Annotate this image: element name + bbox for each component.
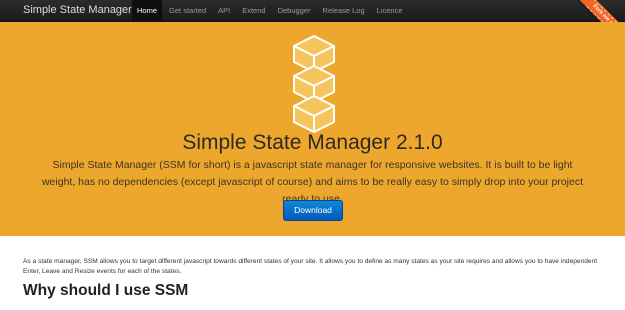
download-button[interactable]: Download [283, 200, 343, 221]
stacked-cubes-logo-icon [293, 35, 335, 133]
nav-item-licence[interactable]: Licence [372, 0, 408, 22]
nav-item-api[interactable]: API [213, 0, 235, 22]
brand-link[interactable]: Simple State Manager [23, 4, 132, 17]
page-title: Simple State Manager 2.1.0 [182, 131, 443, 154]
hero-section: Simple State Manager 2.1.0 Simple State … [0, 22, 625, 236]
section-heading: Why should I use SSM [23, 282, 189, 299]
nav-item-extend[interactable]: Extend [237, 0, 270, 22]
intro-paragraph: As a state manager, SSM allows you to ta… [23, 258, 598, 275]
nav-item-home[interactable]: Home [132, 0, 163, 22]
nav-item-release-log[interactable]: Release Log [318, 0, 370, 22]
nav-menu: Home Get started API Extend Debugger Rel… [132, 0, 410, 22]
nav-item-get-started[interactable]: Get started [164, 0, 211, 22]
nav-item-debugger[interactable]: Debugger [273, 0, 316, 22]
navbar: Simple State Manager Home Get started AP… [0, 0, 625, 22]
